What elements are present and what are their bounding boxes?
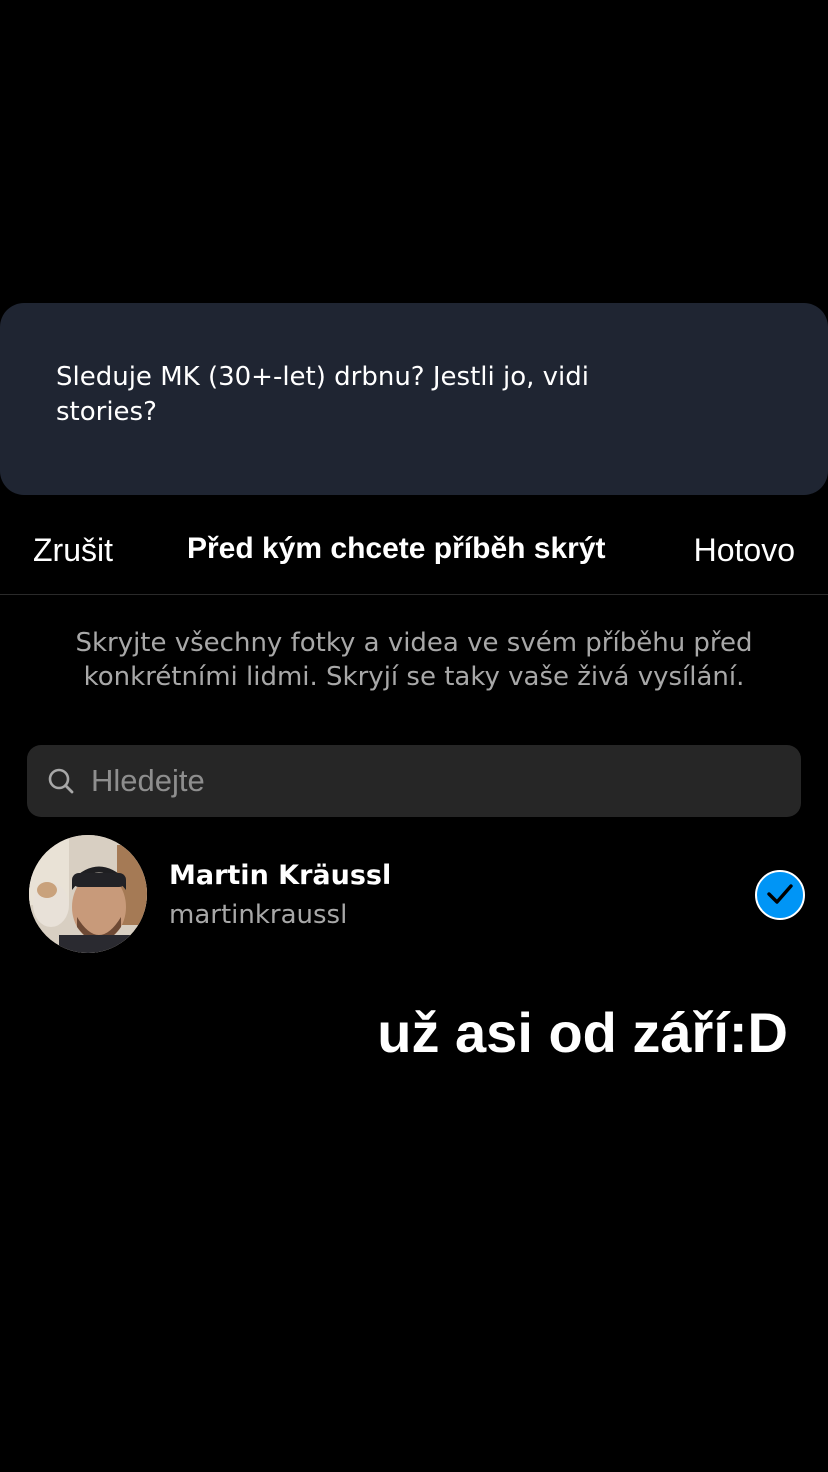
avatar[interactable] xyxy=(29,835,147,953)
user-list-item[interactable]: Martin Kräussl martinkraussl xyxy=(0,835,828,955)
search-box[interactable] xyxy=(27,745,801,817)
cancel-button[interactable]: Zrušit xyxy=(33,532,113,569)
done-button[interactable]: Hotovo xyxy=(694,532,795,569)
story-overlay-text: už asi od září:D xyxy=(377,1001,788,1064)
description-text: Skryjte všechny fotky a videa ve svém př… xyxy=(40,626,788,694)
description-line-2: konkrétními lidmi. Skryjí se taky vaše ž… xyxy=(83,662,745,692)
question-text: Sleduje MK (30+-let) drbnu? Jestli jo, v… xyxy=(56,360,656,430)
user-username: martinkraussl xyxy=(169,900,348,930)
selected-checkmark-toggle[interactable] xyxy=(755,870,805,920)
question-line-2: stories? xyxy=(56,397,157,427)
header-divider xyxy=(0,594,828,595)
story-hide-screen: Sleduje MK (30+-let) drbnu? Jestli jo, v… xyxy=(0,0,828,1472)
search-icon xyxy=(47,767,75,795)
user-name: Martin Kräussl xyxy=(169,860,392,891)
header-bar: Zrušit Před kým chcete příběh skrýt Hoto… xyxy=(0,520,828,594)
question-line-1: Sleduje MK (30+-let) drbnu? Jestli jo, v… xyxy=(56,362,589,392)
description-line-1: Skryjte všechny fotky a videa ve svém př… xyxy=(75,628,753,658)
page-title: Před kým chcete příběh skrýt xyxy=(187,532,606,565)
search-input[interactable] xyxy=(91,745,781,817)
